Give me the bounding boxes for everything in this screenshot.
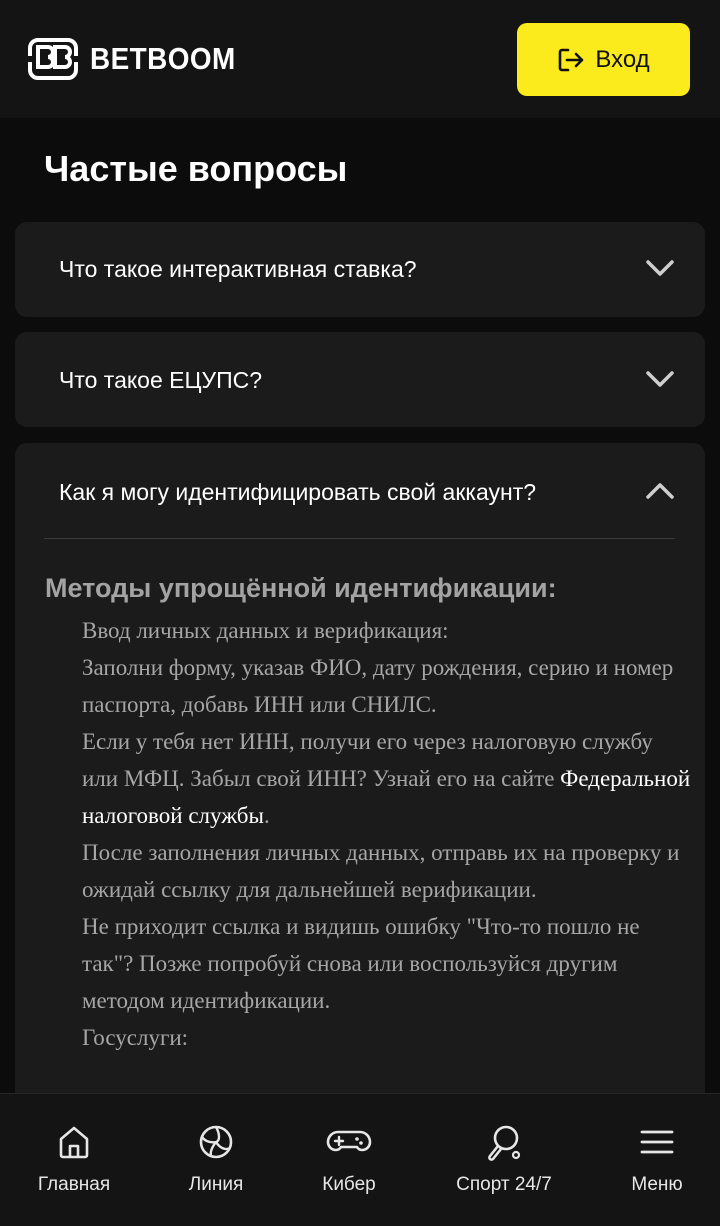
brand-name: BETBOOM — [90, 41, 236, 76]
answer-paragraph: Госуслуги: — [82, 1025, 189, 1050]
ping-pong-icon — [488, 1125, 521, 1161]
gamepad-icon — [326, 1130, 372, 1152]
betboom-logo-icon — [28, 38, 78, 80]
faq-item[interactable]: Что такое интерактивная ставка? — [15, 222, 705, 317]
faq-item[interactable]: Что такое ЕЦУПС? — [15, 332, 705, 427]
bottom-nav: Главная Линия Кибер Спорт 24/7 Меню — [0, 1093, 720, 1226]
main-content: Частые вопросы Что такое интерактивная с… — [0, 118, 720, 1093]
answer-paragraph: После заполнения личных данных, отправь … — [82, 840, 680, 902]
page-title: Частые вопросы — [44, 148, 348, 189]
divider — [44, 538, 675, 539]
login-button[interactable]: Вход — [517, 23, 690, 96]
login-label: Вход — [595, 45, 650, 73]
nav-label: Меню — [631, 1174, 683, 1195]
nav-item-menu[interactable]: Меню — [585, 1094, 720, 1226]
login-icon — [559, 48, 584, 71]
menu-icon — [640, 1130, 674, 1154]
nav-label: Линия — [188, 1174, 244, 1195]
answer-body: Ввод личных данных и верификация: Заполн… — [82, 612, 692, 1056]
home-icon — [59, 1126, 89, 1159]
nav-item-cyber[interactable]: Кибер — [277, 1094, 421, 1226]
faq-question: Что такое интерактивная ставка? — [59, 256, 417, 282]
nav-label: Спорт 24/7 — [456, 1174, 552, 1195]
answer-paragraph: Не приходит ссылка и видишь ошибку "Что-… — [82, 914, 640, 1013]
answer-paragraph: Ввод личных данных и верификация: — [82, 618, 449, 643]
faq-question: Что такое ЕЦУПС? — [59, 367, 263, 393]
faq-question: Как я могу идентифицировать свой аккаунт… — [59, 479, 537, 505]
answer-paragraph: Заполни форму, указав ФИО, дату рождения… — [82, 655, 674, 717]
answer-title: Методы упрощённой идентификации: — [45, 573, 557, 603]
betboom-logo[interactable]: BETBOOM — [28, 36, 252, 82]
header: BETBOOM Вход — [0, 0, 720, 118]
nav-item-sport247[interactable]: Спорт 24/7 — [432, 1094, 576, 1226]
chevron-up-icon[interactable] — [645, 481, 675, 501]
chevron-down-icon[interactable] — [645, 258, 675, 278]
answer-paragraph: Если у тебя нет ИНН, получи его через на… — [82, 723, 692, 834]
chevron-down-icon[interactable] — [645, 369, 675, 389]
faq-item-expanded[interactable]: Как я могу идентифицировать свой аккаунт… — [15, 443, 705, 1093]
nav-label: Кибер — [322, 1174, 376, 1195]
answer-text: . — [263, 803, 270, 828]
nav-item-line[interactable]: Линия — [144, 1094, 288, 1226]
nav-item-home[interactable]: Главная — [2, 1094, 146, 1226]
volleyball-icon — [199, 1125, 233, 1159]
nav-label: Главная — [37, 1174, 111, 1195]
